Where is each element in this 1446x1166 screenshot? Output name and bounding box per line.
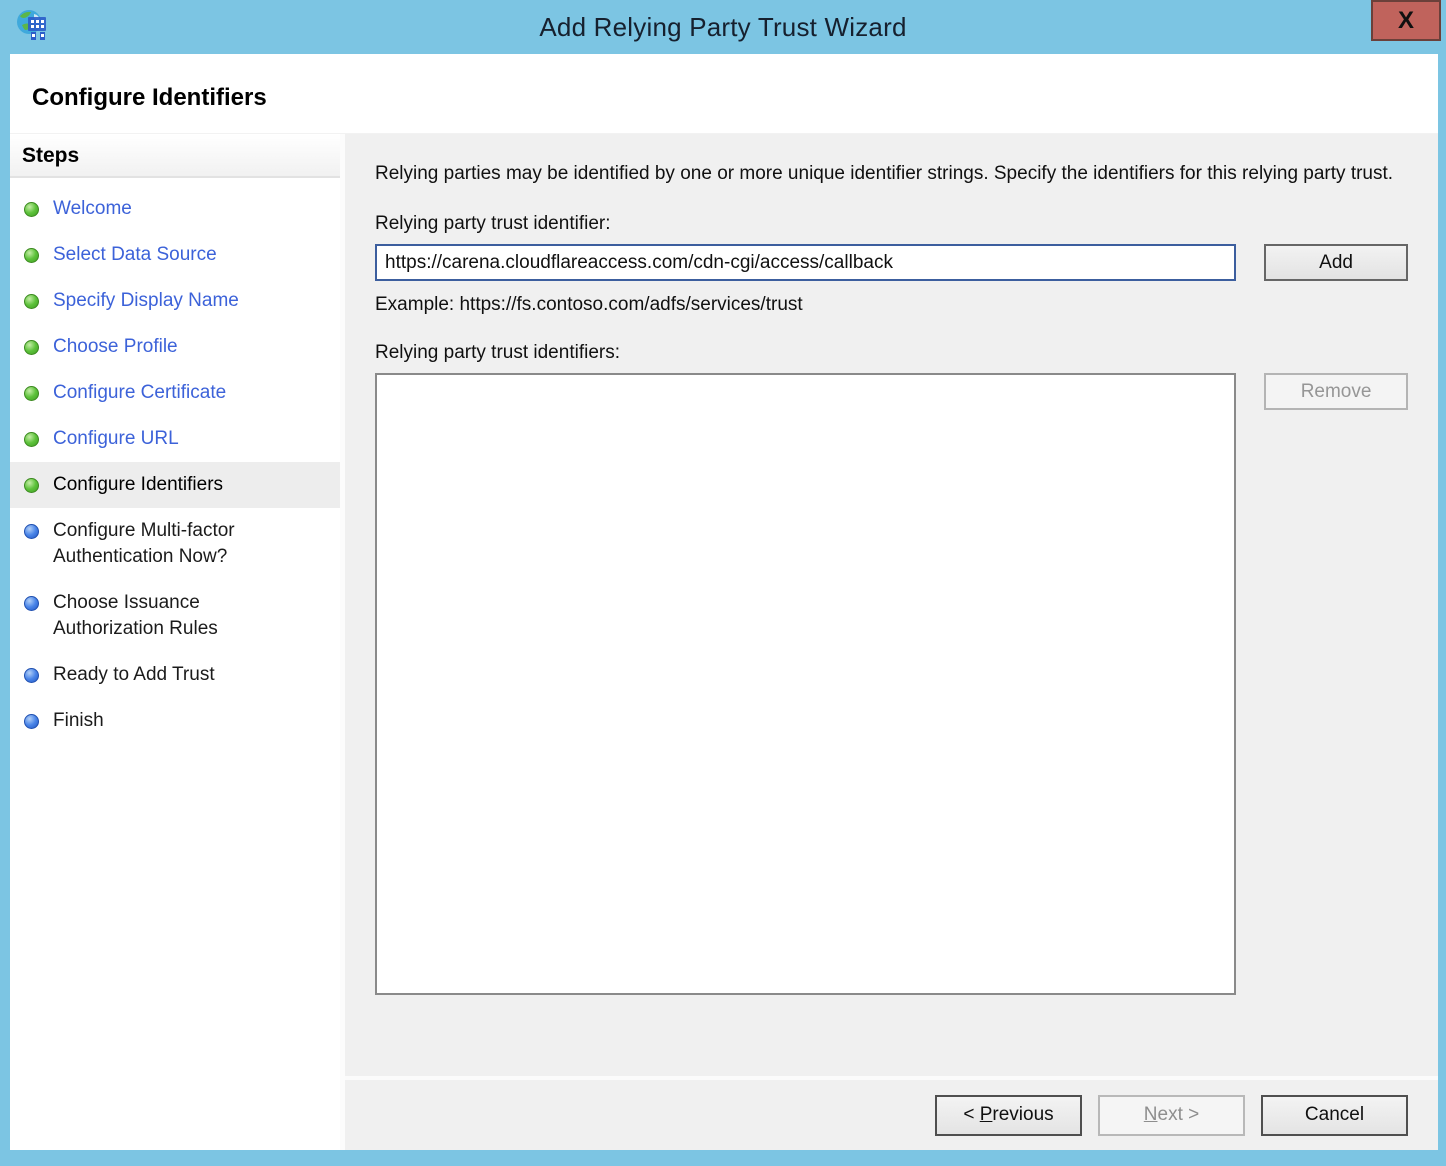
sidebar-step-welcome: Welcome — [10, 186, 340, 232]
completed-dot-icon — [24, 248, 39, 263]
sidebar-step-configure-mfa: Configure Multi-factor Authentication No… — [10, 508, 340, 580]
completed-dot-icon — [24, 202, 39, 217]
previous-button[interactable]: < Previous — [935, 1095, 1082, 1136]
sidebar-step-select-data-source: Select Data Source — [10, 232, 340, 278]
upcoming-dot-icon — [24, 668, 39, 683]
upcoming-dot-icon — [24, 524, 39, 539]
identifier-input[interactable] — [375, 244, 1236, 281]
wizard-window: Configure Identifiers Steps Welcome Sele… — [10, 54, 1438, 1150]
next-button[interactable]: Next > — [1098, 1095, 1245, 1136]
identifiers-listbox[interactable] — [375, 373, 1236, 995]
upcoming-dot-icon — [24, 714, 39, 729]
cancel-button[interactable]: Cancel — [1261, 1095, 1408, 1136]
identifier-field-label: Relying party trust identifier: — [375, 213, 1408, 235]
close-icon: X — [1398, 9, 1414, 33]
sidebar-step-finish: Finish — [10, 698, 340, 744]
steps-sidebar: Steps Welcome Select Data Source Specify… — [10, 134, 340, 1150]
completed-dot-icon — [24, 478, 39, 493]
window-title: Add Relying Party Trust Wizard — [0, 12, 1446, 43]
page-header: Configure Identifiers — [10, 54, 1438, 134]
page-title: Configure Identifiers — [32, 84, 1438, 112]
remove-button[interactable]: Remove — [1264, 373, 1408, 410]
sidebar-step-choose-profile: Choose Profile — [10, 324, 340, 370]
completed-dot-icon — [24, 294, 39, 309]
sidebar-step-configure-url: Configure URL — [10, 416, 340, 462]
completed-dot-icon — [24, 386, 39, 401]
close-button[interactable]: X — [1371, 0, 1441, 41]
steps-list: Welcome Select Data Source Specify Displ… — [10, 178, 340, 744]
sidebar-step-ready-to-add-trust: Ready to Add Trust — [10, 652, 340, 698]
intro-text: Relying parties may be identified by one… — [375, 160, 1405, 187]
example-text: Example: https://fs.contoso.com/adfs/ser… — [375, 294, 1408, 316]
completed-dot-icon — [24, 340, 39, 355]
add-button[interactable]: Add — [1264, 244, 1408, 281]
sidebar-step-specify-display-name: Specify Display Name — [10, 278, 340, 324]
sidebar-step-configure-certificate: Configure Certificate — [10, 370, 340, 416]
steps-heading: Steps — [10, 134, 340, 178]
footer-button-bar: < Previous Next > Cancel — [345, 1080, 1438, 1150]
identifiers-list-label: Relying party trust identifiers: — [375, 342, 1408, 364]
sidebar-step-configure-identifiers: Configure Identifiers — [10, 462, 340, 508]
upcoming-dot-icon — [24, 596, 39, 611]
title-bar: Add Relying Party Trust Wizard X — [0, 0, 1446, 54]
adfs-wizard-icon — [14, 8, 52, 46]
content-pane: Relying parties may be identified by one… — [345, 134, 1438, 1076]
completed-dot-icon — [24, 432, 39, 447]
sidebar-step-choose-issuance-rules: Choose Issuance Authorization Rules — [10, 580, 340, 652]
